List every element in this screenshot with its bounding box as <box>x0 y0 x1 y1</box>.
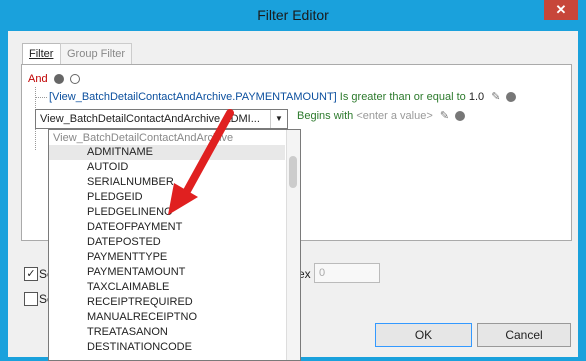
checkbox-1[interactable]: ✓ <box>24 267 38 281</box>
close-icon[interactable]: ✕ <box>544 0 578 20</box>
tab-group-filter[interactable]: Group Filter <box>60 43 133 64</box>
pencil-icon[interactable]: ✎ <box>440 110 449 122</box>
max-value-input[interactable]: 0 <box>314 263 380 283</box>
remove-icon[interactable] <box>506 92 517 103</box>
list-item[interactable]: PAYMENTAMOUNT <box>49 265 285 280</box>
cancel-button[interactable]: Cancel <box>477 323 571 347</box>
group-row: And <box>28 70 80 88</box>
remove-icon[interactable] <box>455 111 466 122</box>
group-operator[interactable]: And <box>28 73 48 85</box>
condition-value-placeholder[interactable]: <enter a value> <box>356 110 432 122</box>
title-bar: Filter Editor ✕ <box>0 0 586 31</box>
condition-operator[interactable]: Begins with <box>297 110 353 122</box>
chevron-down-icon[interactable]: ▼ <box>270 110 287 128</box>
condition-value[interactable]: 1.0 <box>469 91 484 103</box>
list-item[interactable]: DESTINATIONCODE <box>49 340 285 355</box>
list-item[interactable]: MANUALRECEIPTNO <box>49 310 285 325</box>
more-options-icon[interactable] <box>53 74 64 85</box>
condition-field[interactable]: [View_BatchDetailContactAndArchive.PAYME… <box>49 91 337 103</box>
list-item[interactable]: PAYMENTTYPE <box>49 250 285 265</box>
checkbox-2[interactable] <box>24 292 38 306</box>
ok-button[interactable]: OK <box>375 323 472 347</box>
list-item[interactable]: RECEIPTREQUIRED <box>49 295 285 310</box>
list-item[interactable]: TREATASANON <box>49 325 285 340</box>
pencil-icon[interactable]: ✎ <box>491 91 500 103</box>
scrollbar-thumb[interactable] <box>289 156 297 188</box>
list-item[interactable]: DATEPOSTED <box>49 235 285 250</box>
window-title: Filter Editor <box>257 7 329 23</box>
dropdown-scrollbar[interactable] <box>286 130 300 360</box>
list-item[interactable]: DATEOFPAYMENT <box>49 220 285 235</box>
condition-operator[interactable]: Is greater than or equal to <box>340 91 466 103</box>
list-item[interactable]: TAXCLAIMABLE <box>49 280 285 295</box>
add-condition-icon[interactable] <box>69 74 80 85</box>
condition-row-1: [View_BatchDetailContactAndArchive.PAYME… <box>49 88 517 106</box>
condition-row-2: Begins with <enter a value> ✎ <box>297 107 466 125</box>
annotation-arrow-icon <box>168 109 234 215</box>
tab-filter[interactable]: Filter <box>22 43 61 64</box>
